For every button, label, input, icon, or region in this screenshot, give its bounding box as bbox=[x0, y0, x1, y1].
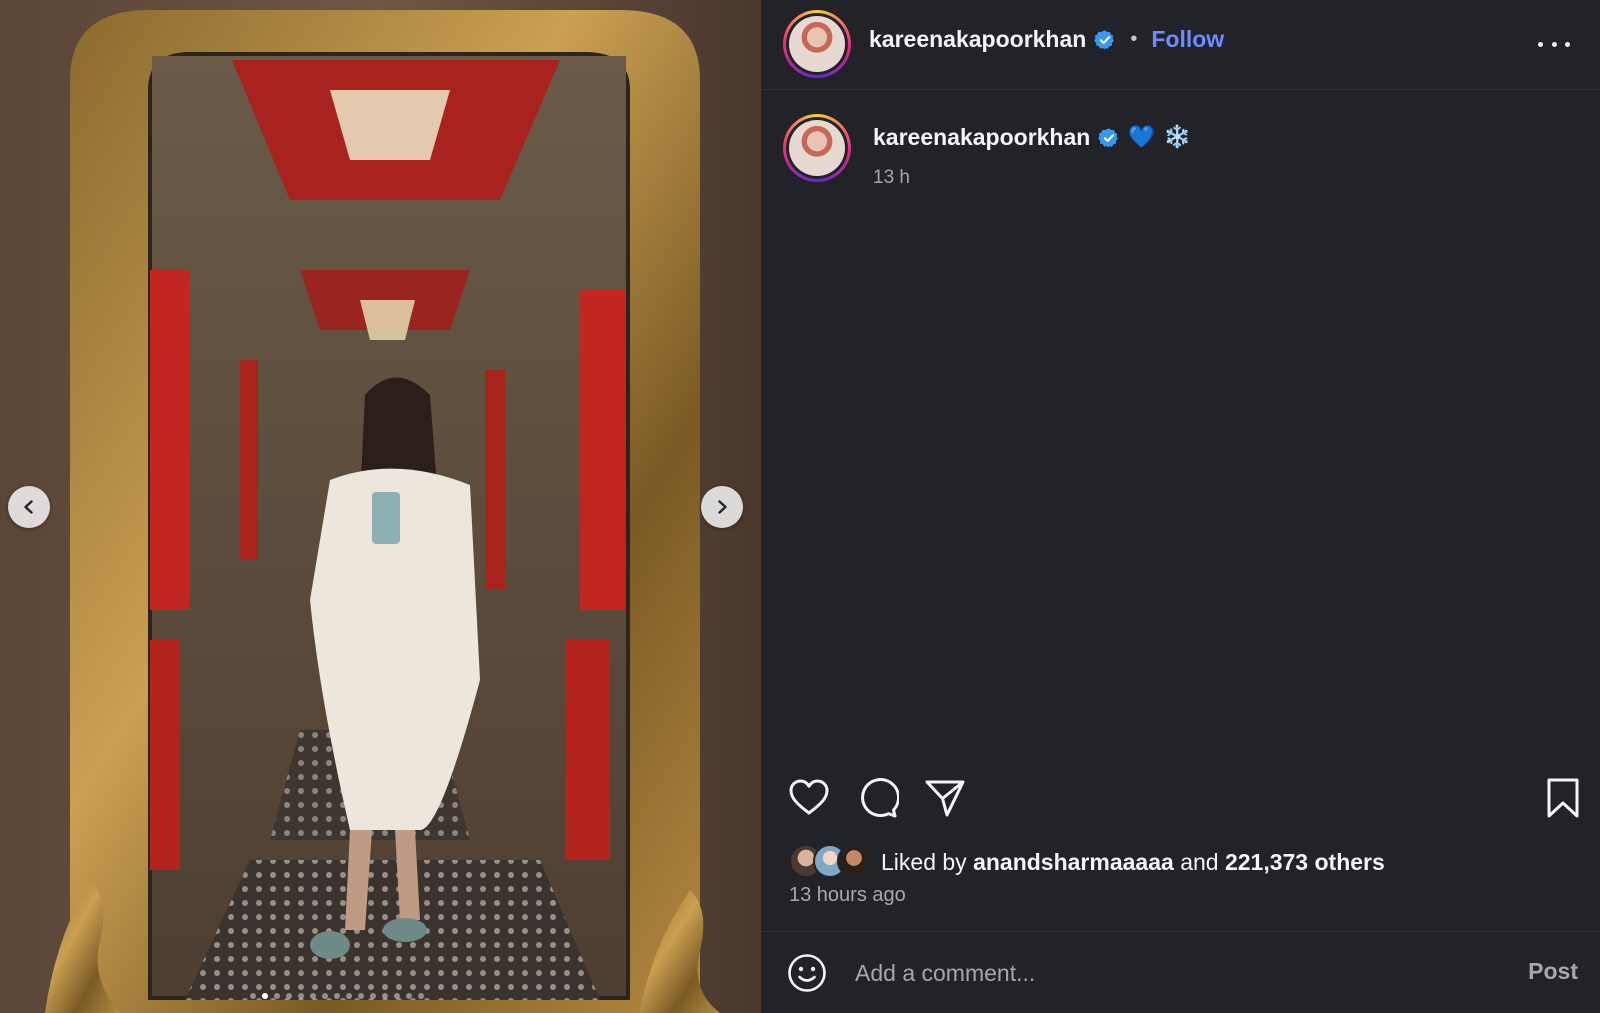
chevron-right-icon bbox=[718, 500, 727, 514]
carousel-dot bbox=[346, 993, 352, 999]
smiley-icon bbox=[788, 954, 826, 992]
carousel-dot bbox=[274, 993, 280, 999]
carousel-dot bbox=[250, 993, 256, 999]
caption-snowflake-emoji: ❄️ bbox=[1163, 125, 1192, 150]
avatar[interactable] bbox=[783, 10, 851, 78]
caption-avatar[interactable] bbox=[783, 114, 851, 182]
carousel-dot bbox=[382, 993, 388, 999]
chevron-left-icon bbox=[24, 500, 33, 514]
carousel-dot bbox=[406, 993, 412, 999]
comment-bubble-icon bbox=[861, 778, 901, 818]
liker-avatars[interactable] bbox=[789, 844, 875, 880]
more-horizontal-icon bbox=[1538, 41, 1543, 47]
post-caption: kareenakapoorkhan 💙 ❄️ 13 h bbox=[783, 114, 1191, 189]
comment-bar: Post bbox=[761, 931, 1600, 1013]
like-button[interactable] bbox=[787, 776, 831, 820]
carousel-dot bbox=[286, 993, 292, 999]
follow-button[interactable]: Follow bbox=[1151, 26, 1224, 53]
caption-blue-heart-emoji: 💙 bbox=[1128, 125, 1156, 150]
heart-icon bbox=[789, 779, 829, 815]
dot-separator: • bbox=[1130, 28, 1138, 50]
post-media bbox=[0, 0, 761, 1013]
post-header: kareenakapoorkhan • Follow bbox=[761, 0, 1600, 90]
bookmark-icon bbox=[1547, 778, 1579, 818]
verified-badge-icon bbox=[1098, 127, 1119, 148]
carousel-dot bbox=[370, 993, 376, 999]
carousel-dot bbox=[310, 993, 316, 999]
more-options-button[interactable] bbox=[1538, 30, 1570, 58]
carousel-dot bbox=[322, 993, 328, 999]
caption-avatar-image bbox=[789, 120, 845, 176]
likes-and-label: and bbox=[1180, 848, 1219, 875]
author-username[interactable]: kareenakapoorkhan bbox=[869, 26, 1086, 53]
emoji-picker-button[interactable] bbox=[787, 953, 827, 993]
carousel-dot bbox=[334, 993, 340, 999]
share-button[interactable] bbox=[923, 776, 967, 820]
caption-username[interactable]: kareenakapoorkhan bbox=[873, 124, 1090, 151]
carousel-dot bbox=[418, 993, 424, 999]
carousel-dot bbox=[298, 993, 304, 999]
avatar-image bbox=[789, 16, 845, 72]
carousel-dot bbox=[394, 993, 400, 999]
liker-username[interactable]: anandsharmaaaaa bbox=[973, 849, 1174, 875]
comment-button[interactable] bbox=[855, 776, 901, 820]
post-timestamp[interactable]: 13 hours ago bbox=[789, 884, 906, 907]
carousel-indicator bbox=[250, 993, 424, 999]
verified-badge-icon bbox=[1094, 29, 1115, 50]
caption-time[interactable]: 13 h bbox=[873, 167, 1191, 189]
next-slide-button[interactable] bbox=[701, 486, 743, 528]
carousel-dot bbox=[358, 993, 364, 999]
liked-by-label: Liked by bbox=[881, 848, 967, 875]
likes-count[interactable]: 221,373 others bbox=[1225, 849, 1385, 875]
liker-avatar bbox=[837, 844, 871, 878]
post-details-panel: kareenakapoorkhan • Follow kareenakapoor… bbox=[761, 0, 1600, 1013]
carousel-dot bbox=[262, 993, 268, 999]
post-actions bbox=[761, 768, 1600, 828]
likes-summary: Liked by anandsharmaaaaa and 221,373 oth… bbox=[789, 844, 1385, 880]
post-comment-button[interactable]: Post bbox=[1528, 958, 1578, 985]
post-photo bbox=[0, 0, 761, 1013]
paper-plane-icon bbox=[925, 780, 965, 817]
previous-slide-button[interactable] bbox=[8, 486, 50, 528]
comment-input[interactable] bbox=[855, 954, 1475, 992]
save-button[interactable] bbox=[1541, 776, 1585, 820]
